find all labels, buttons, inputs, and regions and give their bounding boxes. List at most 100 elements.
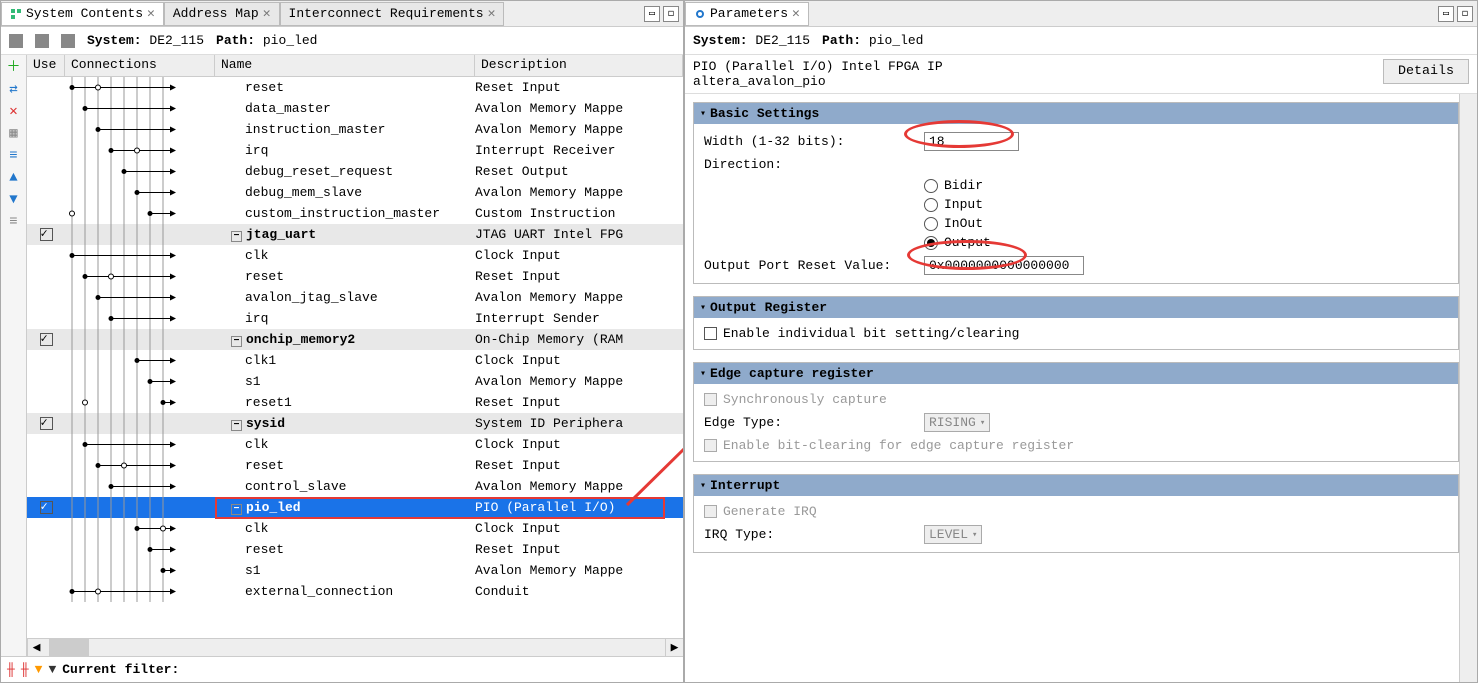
close-icon[interactable]: ✕: [792, 6, 800, 21]
signal-row[interactable]: irqInterrupt Sender: [27, 308, 683, 329]
row-description: On-Chip Memory (RAM: [475, 332, 683, 347]
signal-row[interactable]: clkClock Input: [27, 245, 683, 266]
bit-clearing-label: Enable bit-clearing for edge capture reg…: [723, 438, 1074, 453]
signal-row[interactable]: resetReset Input: [27, 455, 683, 476]
width-input[interactable]: [924, 132, 1019, 151]
filter-button[interactable]: ≡: [5, 147, 23, 165]
vertical-scrollbar[interactable]: [1459, 94, 1477, 682]
tab-system-contents[interactable]: System Contents ✕: [1, 2, 164, 26]
width-label: Width (1-32 bits):: [704, 134, 914, 149]
tab-interconnect-requirements[interactable]: Interconnect Requirements ✕: [280, 2, 505, 26]
edge-type-select: RISING▾: [924, 413, 990, 432]
clear-filter-icon[interactable]: ▼: [48, 662, 56, 677]
add-button[interactable]: ＋: [5, 59, 23, 77]
table-body[interactable]: resetReset Inputdata_masterAvalon Memory…: [27, 77, 683, 638]
use-checkbox[interactable]: [40, 501, 53, 514]
tab-label: Address Map: [173, 6, 259, 21]
signal-row[interactable]: s1Avalon Memory Mappe: [27, 371, 683, 392]
tab-label: Parameters: [710, 6, 788, 21]
signal-row[interactable]: clkClock Input: [27, 518, 683, 539]
filter-icon[interactable]: ╫: [7, 662, 15, 677]
component-row[interactable]: −sysidSystem ID Periphera: [27, 413, 683, 434]
column-connections[interactable]: Connections: [65, 55, 215, 76]
edit-button[interactable]: ▦: [5, 125, 23, 143]
signal-row[interactable]: instruction_masterAvalon Memory Mappe: [27, 119, 683, 140]
reset-value-input[interactable]: [924, 256, 1084, 275]
direction-radio-input[interactable]: Input: [924, 197, 1448, 212]
minimize-button[interactable]: ▭: [644, 6, 660, 22]
move-down-button[interactable]: ▼: [5, 191, 23, 209]
connect-button[interactable]: ⇄: [5, 81, 23, 99]
collapse-icon[interactable]: −: [231, 336, 242, 347]
signal-row[interactable]: clkClock Input: [27, 434, 683, 455]
scroll-thumb[interactable]: [49, 639, 89, 656]
collapse-icon[interactable]: −: [231, 231, 242, 242]
signal-row[interactable]: resetReset Input: [27, 77, 683, 98]
tab-parameters[interactable]: Parameters ✕: [685, 2, 809, 26]
checkbox-icon: [704, 393, 717, 406]
direction-radio-inout[interactable]: InOut: [924, 216, 1448, 231]
details-button[interactable]: Details: [1383, 59, 1469, 84]
collapse-icon: ▾: [700, 302, 706, 314]
component-row[interactable]: −onchip_memory2On-Chip Memory (RAM: [27, 329, 683, 350]
use-checkbox[interactable]: [40, 228, 53, 241]
column-name[interactable]: Name: [215, 55, 475, 76]
system-contents-panel: System Contents ✕ Address Map ✕ Intercon…: [0, 0, 684, 683]
maximize-button[interactable]: ◻: [1457, 6, 1473, 22]
row-description: Avalon Memory Mappe: [475, 101, 683, 116]
section-title[interactable]: ▾Basic Settings: [694, 103, 1458, 124]
row-description: System ID Periphera: [475, 416, 683, 431]
minimize-button[interactable]: ▭: [1438, 6, 1454, 22]
column-use[interactable]: Use: [27, 55, 65, 76]
signal-row[interactable]: external_connectionConduit: [27, 581, 683, 602]
use-checkbox[interactable]: [40, 333, 53, 346]
section-title[interactable]: ▾Interrupt: [694, 475, 1458, 496]
horizontal-scrollbar[interactable]: ◀ ▶: [27, 638, 683, 656]
more-button[interactable]: ≡: [5, 213, 23, 231]
enable-bit-checkbox[interactable]: Enable individual bit setting/clearing: [704, 326, 1448, 341]
close-icon[interactable]: ✕: [147, 6, 155, 21]
signal-row[interactable]: custom_instruction_masterCustom Instruct…: [27, 203, 683, 224]
radio-icon: [924, 179, 938, 193]
row-description: Avalon Memory Mappe: [475, 185, 683, 200]
column-description[interactable]: Description: [475, 55, 683, 76]
sidebar-tools: ＋ ⇄ ✕ ▦ ≡ ▲ ▼ ≡: [1, 55, 27, 656]
filter-bar: ╫ ╫ ▼ ▼ Current filter:: [1, 656, 683, 682]
scroll-left-icon[interactable]: ◀: [27, 639, 45, 656]
section-title[interactable]: ▾Edge capture register: [694, 363, 1458, 384]
signal-row[interactable]: debug_mem_slaveAvalon Memory Mappe: [27, 182, 683, 203]
use-checkbox[interactable]: [40, 417, 53, 430]
expand-icon[interactable]: [35, 34, 49, 48]
signal-row[interactable]: s1Avalon Memory Mappe: [27, 560, 683, 581]
move-up-button[interactable]: ▲: [5, 169, 23, 187]
tab-label: System Contents: [26, 6, 143, 21]
signal-row[interactable]: avalon_jtag_slaveAvalon Memory Mappe: [27, 287, 683, 308]
signal-row[interactable]: irqInterrupt Receiver: [27, 140, 683, 161]
close-icon[interactable]: ✕: [488, 6, 496, 21]
filter-icon-2[interactable]: ╫: [21, 662, 29, 677]
left-tabbar: System Contents ✕ Address Map ✕ Intercon…: [1, 1, 683, 27]
signal-row[interactable]: resetReset Input: [27, 539, 683, 560]
maximize-button[interactable]: ◻: [663, 6, 679, 22]
tab-address-map[interactable]: Address Map ✕: [164, 2, 280, 26]
signal-row[interactable]: data_masterAvalon Memory Mappe: [27, 98, 683, 119]
collapse-icon[interactable]: −: [231, 420, 242, 431]
component-row[interactable]: −jtag_uartJTAG UART Intel FPG: [27, 224, 683, 245]
collapse-icon[interactable]: [9, 34, 23, 48]
signal-row[interactable]: control_slaveAvalon Memory Mappe: [27, 476, 683, 497]
scroll-right-icon[interactable]: ▶: [665, 639, 683, 656]
signal-row[interactable]: clk1Clock Input: [27, 350, 683, 371]
sync-capture-label: Synchronously capture: [723, 392, 887, 407]
remove-button[interactable]: ✕: [5, 103, 23, 121]
direction-radio-bidir[interactable]: Bidir: [924, 178, 1448, 193]
signal-row[interactable]: reset1Reset Input: [27, 392, 683, 413]
direction-radio-output[interactable]: Output: [924, 235, 1448, 250]
row-name: reset: [245, 542, 284, 557]
signal-row[interactable]: debug_reset_requestReset Output: [27, 161, 683, 182]
funnel-icon[interactable]: ▼: [35, 662, 43, 677]
component-row[interactable]: −pio_ledPIO (Parallel I/O): [27, 497, 683, 518]
signal-row[interactable]: resetReset Input: [27, 266, 683, 287]
section-title[interactable]: ▾Output Register: [694, 297, 1458, 318]
collapse-icon[interactable]: −: [231, 504, 242, 515]
close-icon[interactable]: ✕: [263, 6, 271, 21]
